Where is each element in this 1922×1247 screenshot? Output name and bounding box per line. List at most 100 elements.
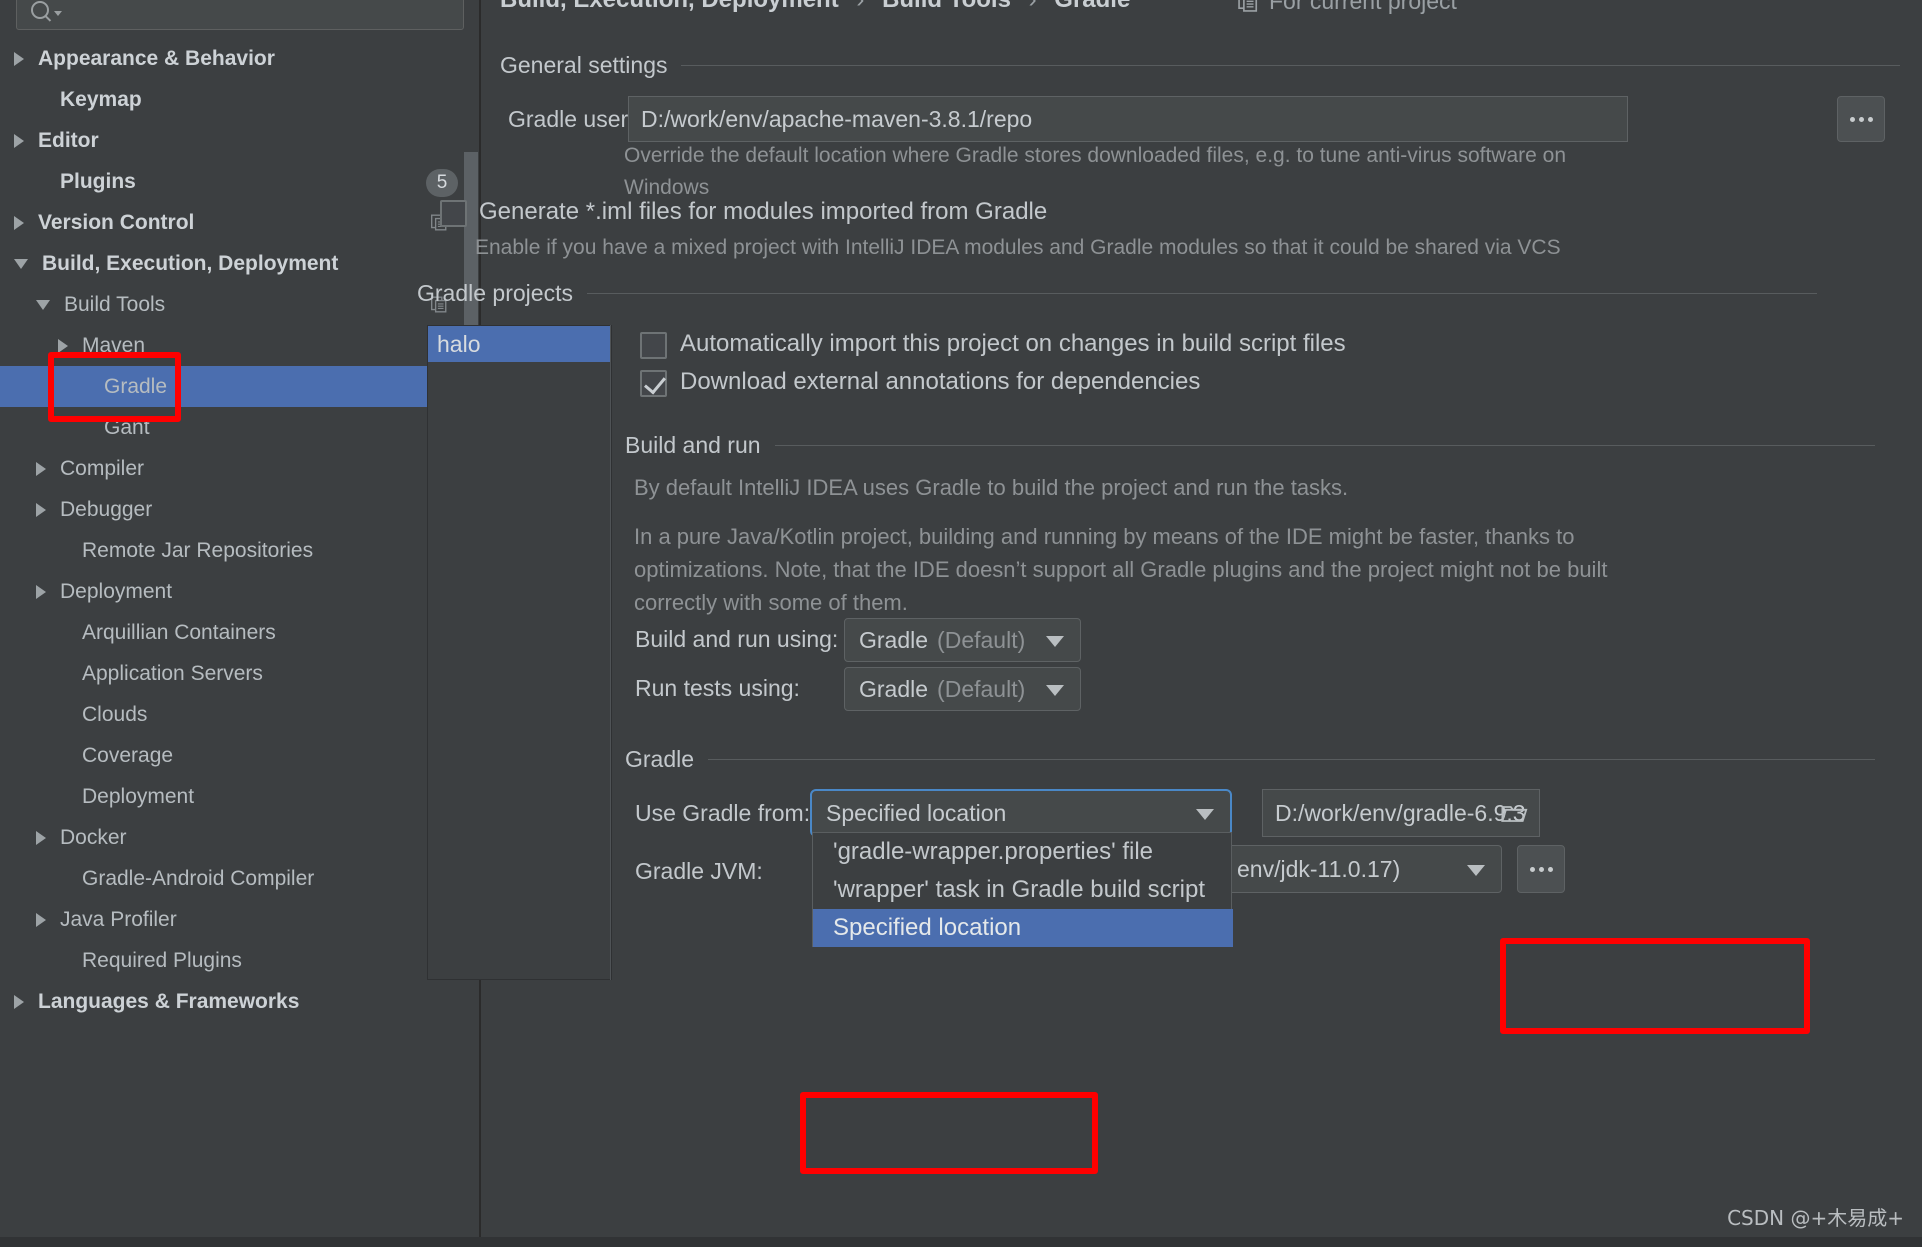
sidebar-item-gradle-android-compiler[interactable]: Gradle-Android Compiler xyxy=(0,858,480,899)
sidebar-item-editor[interactable]: Editor xyxy=(0,120,480,161)
breadcrumb-separator: › xyxy=(856,0,864,13)
chevron-down-icon[interactable] xyxy=(36,299,50,310)
spacer-icon xyxy=(80,427,90,428)
dropdown-option-1[interactable]: 'wrapper' task in Gradle build script xyxy=(813,871,1233,909)
build-and-run-para2-line2: optimizations. Note, that the IDE doesn’… xyxy=(634,557,1608,582)
settings-tree[interactable]: Appearance & Behavior Keymap Editor Plugins… xyxy=(0,38,480,1238)
dropdown-option-0[interactable]: 'gradle-wrapper.properties' file xyxy=(813,833,1233,871)
sidebar-item-remote-jar-repositories[interactable]: Remote Jar Repositories xyxy=(0,530,480,571)
gradle-section-title: Gradle xyxy=(625,746,695,772)
chevron-right-icon[interactable] xyxy=(58,338,68,353)
sidebar-item-label: Plugins xyxy=(60,169,136,193)
sidebar-item-label: Java Profiler xyxy=(60,907,177,931)
auto-import-checkbox[interactable] xyxy=(640,332,667,359)
generate-iml-label: Generate *.iml files for modules importe… xyxy=(479,198,1048,225)
chevron-right-icon[interactable] xyxy=(36,830,46,845)
breadcrumb: Build, Execution, Deployment › Build Too… xyxy=(500,0,1130,14)
gradle-user-home-browse-button[interactable] xyxy=(1837,96,1885,142)
section-rule xyxy=(774,445,1875,446)
use-gradle-from-dropdown[interactable]: Specified location xyxy=(810,789,1232,837)
sidebar-item-clouds[interactable]: Clouds xyxy=(0,694,480,735)
sidebar-item-application-servers[interactable]: Application Servers xyxy=(0,653,480,694)
sidebar-item-label: Deployment xyxy=(60,579,173,603)
sidebar-item-build-tools[interactable]: Build Tools xyxy=(0,284,480,325)
build-and-run-para2: In a pure Java/Kotlin project, building … xyxy=(634,520,1884,619)
sidebar-item-required-plugins[interactable]: Required Plugins xyxy=(0,940,480,981)
spacer-icon xyxy=(58,550,68,551)
gradle-user-home-input[interactable]: D:/work/env/apache-maven-3.8.1/repo xyxy=(628,96,1628,142)
sidebar-item-build-execution-deployment[interactable]: Build, Execution, Deployment xyxy=(0,243,480,284)
spacer-icon xyxy=(58,755,68,756)
sidebar-item-debugger[interactable]: Debugger xyxy=(0,489,480,530)
search-icon xyxy=(31,0,67,23)
run-tests-using-dropdown[interactable]: Gradle (Default) xyxy=(844,667,1081,711)
sidebar-item-docker[interactable]: Docker xyxy=(0,817,480,858)
sidebar-item-label: Deployment xyxy=(82,784,195,808)
download-annotations-checkbox[interactable] xyxy=(640,370,667,397)
spacer-icon xyxy=(58,796,68,797)
sidebar-item-label: Gradle-Android Compiler xyxy=(82,866,315,890)
use-gradle-from-label: Use Gradle from: xyxy=(635,800,811,826)
sidebar-item-label: Appearance & Behavior xyxy=(38,46,275,70)
chevron-right-icon[interactable] xyxy=(14,994,24,1009)
build-run-using-suffix: (Default) xyxy=(937,626,1026,653)
build-run-using-label: Build and run using: xyxy=(635,626,839,652)
use-gradle-from-dropdown-popup[interactable]: 'gradle-wrapper.properties' file 'wrappe… xyxy=(812,832,1233,947)
chevron-right-icon[interactable] xyxy=(14,51,24,66)
sidebar-item-label: Languages & Frameworks xyxy=(38,989,300,1013)
dot xyxy=(1849,116,1855,122)
chevron-right-icon[interactable] xyxy=(14,133,24,148)
sidebar-item-label: Remote Jar Repositories xyxy=(82,538,314,562)
folder-icon[interactable] xyxy=(1501,802,1529,826)
chevron-right-icon[interactable] xyxy=(14,215,24,230)
sidebar-item-java-profiler[interactable]: Java Profiler xyxy=(0,899,480,940)
gradle-jvm-dropdown[interactable]: env/jdk-11.0.17) xyxy=(1222,845,1502,893)
section-rule xyxy=(708,759,1875,760)
generate-iml-checkbox[interactable] xyxy=(440,200,467,227)
spacer-icon xyxy=(36,181,46,182)
build-and-run-header: Build and run xyxy=(625,432,1875,459)
use-gradle-from-value: Specified location xyxy=(826,799,1007,826)
sidebar-item-languages-frameworks[interactable]: Languages & Frameworks xyxy=(0,981,480,1022)
sidebar-item-deployment[interactable]: Deployment xyxy=(0,776,480,817)
sidebar-item-plugins[interactable]: Plugins 5 xyxy=(0,161,480,202)
sidebar-item-label: Version Control xyxy=(38,210,195,234)
sidebar-item-arquillian-containers[interactable]: Arquillian Containers xyxy=(0,612,480,653)
run-tests-using-suffix: (Default) xyxy=(937,675,1026,702)
sidebar-item-gant[interactable]: Gant xyxy=(0,407,480,448)
breadcrumb-part-0[interactable]: Build, Execution, Deployment xyxy=(500,0,839,13)
chevron-right-icon[interactable] xyxy=(36,502,46,517)
projects-splitter[interactable] xyxy=(610,325,611,980)
gradle-projects-list[interactable]: halo xyxy=(427,325,612,980)
breadcrumb-separator: › xyxy=(1029,0,1037,13)
sidebar-item-maven[interactable]: Maven xyxy=(0,325,480,366)
gradle-home-path-input[interactable]: D:/work/env/gradle-6.9.3 xyxy=(1262,789,1540,837)
build-run-using-dropdown[interactable]: Gradle (Default) xyxy=(844,618,1081,662)
gradle-user-home-hint: Override the default location where Grad… xyxy=(624,140,1624,204)
gradle-user-home-value: D:/work/env/apache-maven-3.8.1/repo xyxy=(641,105,1033,132)
general-settings-title: General settings xyxy=(500,52,668,78)
chevron-down-icon xyxy=(1467,865,1485,876)
build-and-run-para2-line3: correctly with some of them. xyxy=(634,590,908,615)
gradle-jvm-browse-button[interactable] xyxy=(1517,845,1565,893)
sidebar-item-gradle[interactable]: Gradle xyxy=(0,366,480,407)
for-current-project-badge[interactable]: For current project xyxy=(1237,0,1457,15)
chevron-right-icon[interactable] xyxy=(36,912,46,927)
sidebar-item-label: Keymap xyxy=(60,87,142,111)
sidebar-item-appearance-behavior[interactable]: Appearance & Behavior xyxy=(0,38,480,79)
breadcrumb-part-1[interactable]: Build Tools xyxy=(882,0,1011,13)
chevron-right-icon[interactable] xyxy=(36,461,46,476)
chevron-right-icon[interactable] xyxy=(36,584,46,599)
sidebar-item-compiler[interactable]: Compiler xyxy=(0,448,480,489)
search-input[interactable] xyxy=(16,0,464,30)
sidebar-item-keymap[interactable]: Keymap xyxy=(0,79,480,120)
chevron-down-icon[interactable] xyxy=(14,258,28,269)
dot xyxy=(1858,116,1864,122)
list-item[interactable]: halo xyxy=(428,326,611,362)
gradle-section-header: Gradle xyxy=(625,746,1875,773)
dropdown-option-2[interactable]: Specified location xyxy=(813,909,1233,947)
sidebar-item-version-control[interactable]: Version Control xyxy=(0,202,480,243)
gradle-jvm-value: env/jdk-11.0.17) xyxy=(1237,855,1401,882)
sidebar-item-deployment[interactable]: Deployment xyxy=(0,571,480,612)
sidebar-item-coverage[interactable]: Coverage xyxy=(0,735,480,776)
